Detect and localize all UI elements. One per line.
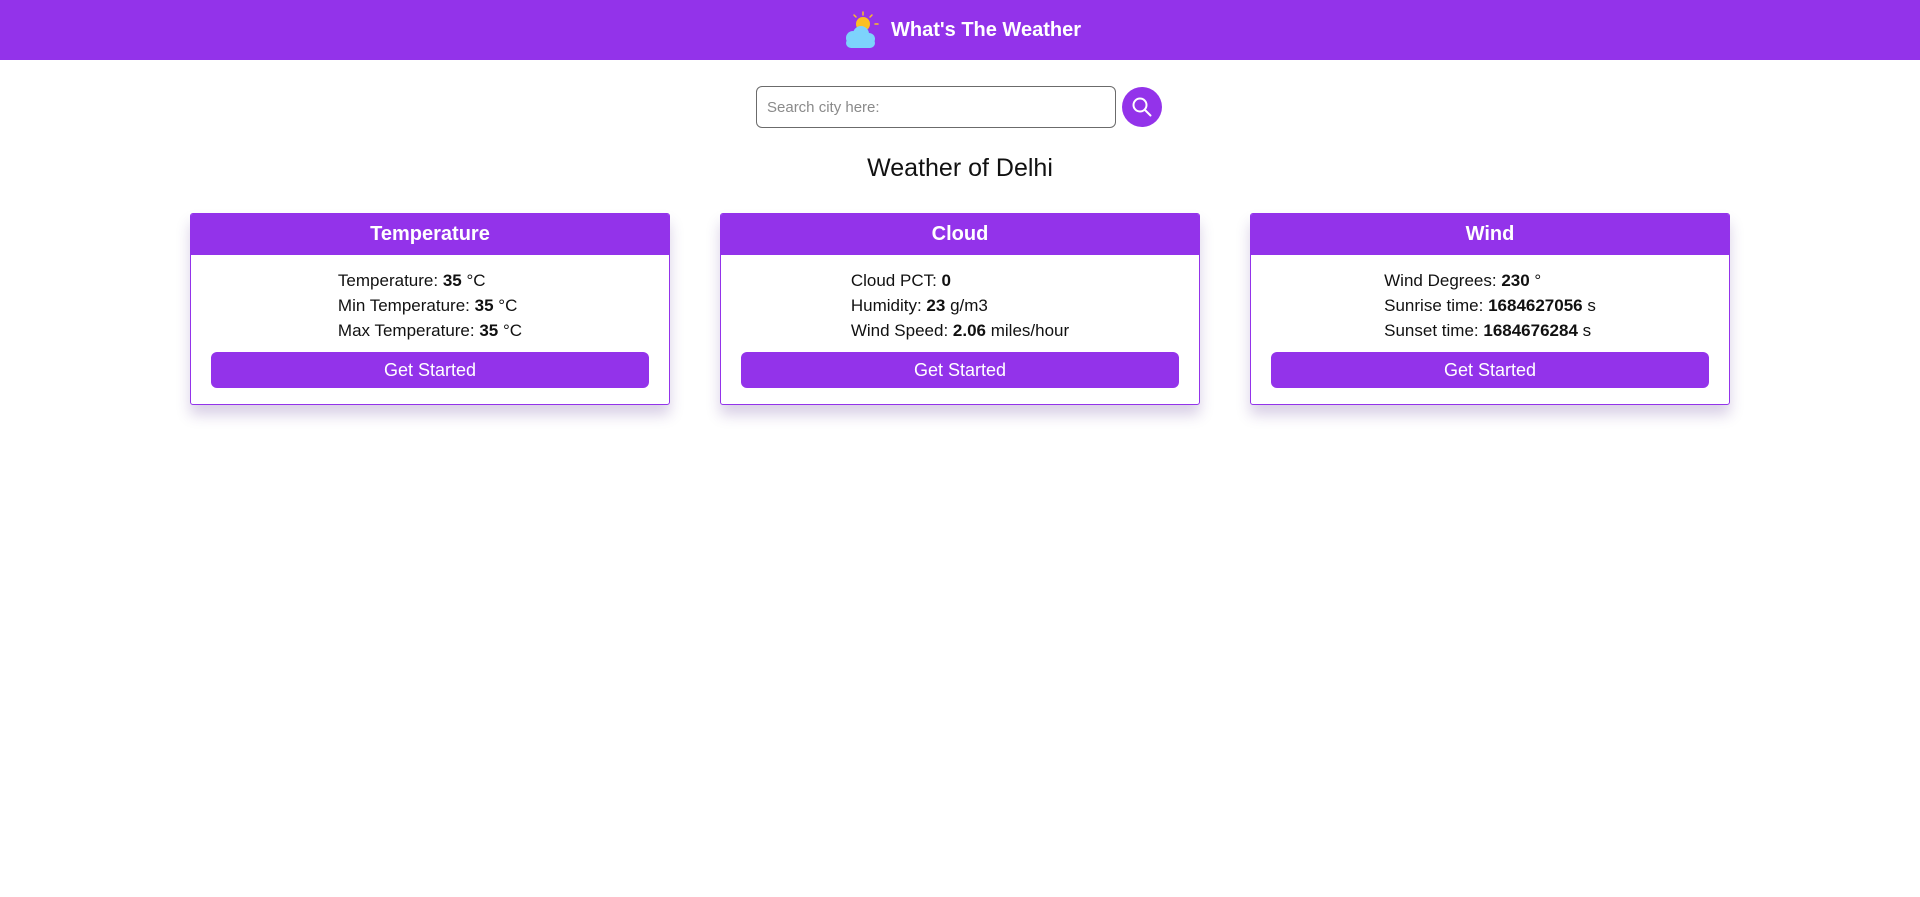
card-title: Wind [1251,214,1729,255]
item-label: Min Temperature: [337,296,475,315]
get-started-button[interactable]: Get Started [1271,352,1709,388]
list-item: Wind Degrees: 230 ° [1384,268,1596,293]
item-unit: miles/hour [986,321,1070,340]
weather-cards: Temperature Temperature: 35 °C Min Tempe… [190,213,1730,405]
list-item: Max Temperature: 35 °C [338,318,522,343]
item-label: Cloud PCT: [850,271,942,290]
wind-card: Wind Wind Degrees: 230 ° Sunrise time: 1… [1250,213,1730,405]
item-label: Sunrise time: [1384,296,1489,315]
list-item: Temperature: 35 °C [338,268,522,293]
card-title: Temperature [191,214,669,255]
get-started-button[interactable]: Get Started [741,352,1179,388]
card-body: Temperature: 35 °C Min Temperature: 35 °… [191,255,669,352]
item-value: 1684627056 [1488,296,1583,315]
item-label: Wind Speed: [850,321,953,340]
item-value: 2.06 [952,321,986,340]
list-item: Wind Speed: 2.06 miles/hour [851,318,1069,343]
item-unit: s [1582,296,1596,315]
item-unit: s [1577,321,1592,340]
search-bar [756,86,1162,128]
search-input[interactable] [756,86,1116,128]
item-unit: g/m3 [945,296,988,315]
item-label: Wind Degrees: [1384,271,1502,290]
card-list: Temperature: 35 °C Min Temperature: 35 °… [338,268,522,352]
item-value: 0 [941,271,952,290]
list-item: Sunrise time: 1684627056 s [1384,293,1596,318]
list-item: Min Temperature: 35 °C [338,293,522,318]
brand[interactable]: What's The Weather [839,9,1081,51]
item-value: 35 [442,271,462,290]
item-unit: ° [1529,271,1542,290]
cloud-card: Cloud Cloud PCT: 0 Humidity: 23 g/m3 Win… [720,213,1200,405]
card-list: Cloud PCT: 0 Humidity: 23 g/m3 Wind Spee… [851,268,1069,352]
item-label: Temperature: [337,271,443,290]
card-title: Cloud [721,214,1199,255]
item-unit: °C [493,296,518,315]
card-body: Cloud PCT: 0 Humidity: 23 g/m3 Wind Spee… [721,255,1199,352]
search-icon [1132,97,1152,117]
item-unit: °C [498,321,523,340]
app-title: What's The Weather [891,18,1081,41]
search-button[interactable] [1122,87,1162,127]
item-value: 230 [1501,271,1530,290]
list-item: Sunset time: 1684676284 s [1384,318,1596,343]
navbar: What's The Weather [0,0,1920,60]
item-label: Humidity: [850,296,927,315]
page-title: Weather of Delhi [867,154,1053,182]
list-item: Humidity: 23 g/m3 [851,293,1069,318]
list-item: Cloud PCT: 0 [851,268,1069,293]
item-value: 35 [479,321,499,340]
item-value: 1684676284 [1483,321,1578,340]
sun-behind-cloud-icon [846,11,879,48]
temperature-card: Temperature Temperature: 35 °C Min Tempe… [190,213,670,405]
item-label: Max Temperature: [337,321,480,340]
item-unit: °C [461,271,486,290]
item-value: 35 [474,296,494,315]
item-value: 23 [926,296,946,315]
card-body: Wind Degrees: 230 ° Sunrise time: 168462… [1251,255,1729,352]
item-label: Sunset time: [1384,321,1484,340]
get-started-button[interactable]: Get Started [211,352,649,388]
card-list: Wind Degrees: 230 ° Sunrise time: 168462… [1384,268,1596,352]
